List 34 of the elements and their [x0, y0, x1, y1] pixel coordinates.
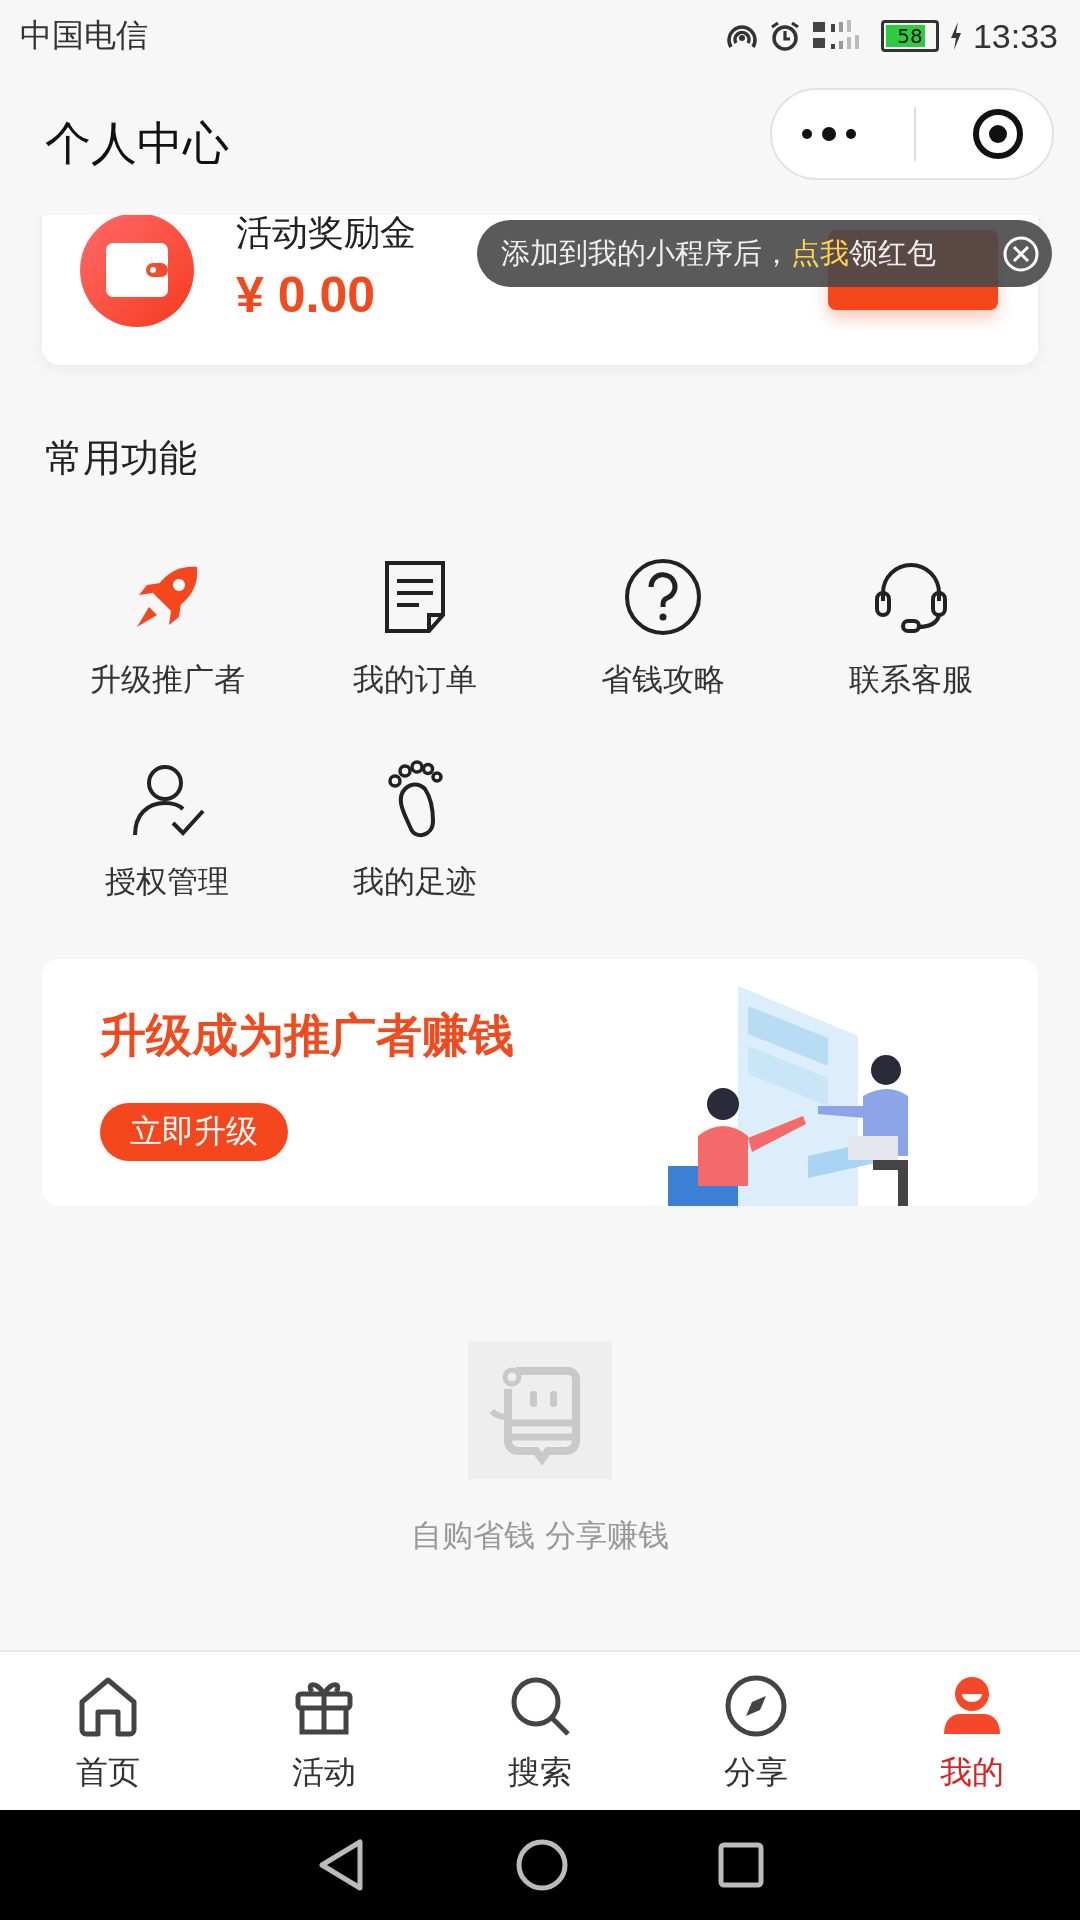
function-label[interactable]: 联系客服 [849, 659, 973, 699]
tab-item[interactable]: 我的 [864, 1652, 1080, 1810]
promo-banner[interactable]: 升级成为推广者赚钱 立即升级 [42, 959, 1038, 1206]
tab-item[interactable]: 活动 [216, 1652, 432, 1810]
recent-apps-icon[interactable] [718, 1842, 764, 1888]
help-icon[interactable] [623, 557, 703, 637]
function-label[interactable]: 授权管理 [105, 861, 229, 901]
slogan-text: 自购省钱 分享赚钱 [411, 1516, 669, 1555]
tooltip-text: 添加到我的小程序后，点我领红包 [501, 234, 936, 272]
mascot-logo-icon [468, 1341, 612, 1479]
charging-icon [948, 21, 963, 51]
add-tooltip[interactable]: 添加到我的小程序后，点我领红包 [477, 220, 1052, 287]
function-label[interactable]: 省钱攻略 [601, 659, 725, 699]
function-label[interactable]: 我的订单 [353, 659, 477, 699]
tab-item[interactable]: 首页 [0, 1652, 216, 1810]
clock-time: 13:33 [972, 16, 1058, 56]
home-button-icon[interactable] [516, 1839, 568, 1891]
reward-amount: ¥ 0.00 [236, 265, 375, 324]
tab-item[interactable]: 搜索 [432, 1652, 648, 1810]
reward-label: 活动奖励金 [236, 210, 416, 255]
carrier-name: 中国电信 [20, 15, 148, 56]
function-label[interactable]: 我的足迹 [353, 861, 477, 901]
function-label[interactable]: 升级推广者 [89, 659, 245, 699]
compass-icon [724, 1674, 788, 1738]
banner-title: 升级成为推广者赚钱 [100, 1006, 514, 1064]
alarm-icon [768, 20, 801, 52]
tab-item[interactable]: 分享 [648, 1652, 864, 1810]
section-title: 常用功能 [45, 435, 197, 482]
close-target-icon[interactable] [970, 106, 1025, 161]
upgrade-button[interactable]: 立即升级 [100, 1102, 288, 1161]
battery-icon: 58 [880, 20, 939, 52]
page-title: 个人中心 [45, 114, 229, 172]
back-icon[interactable] [316, 1838, 366, 1892]
close-icon[interactable] [1002, 234, 1040, 273]
